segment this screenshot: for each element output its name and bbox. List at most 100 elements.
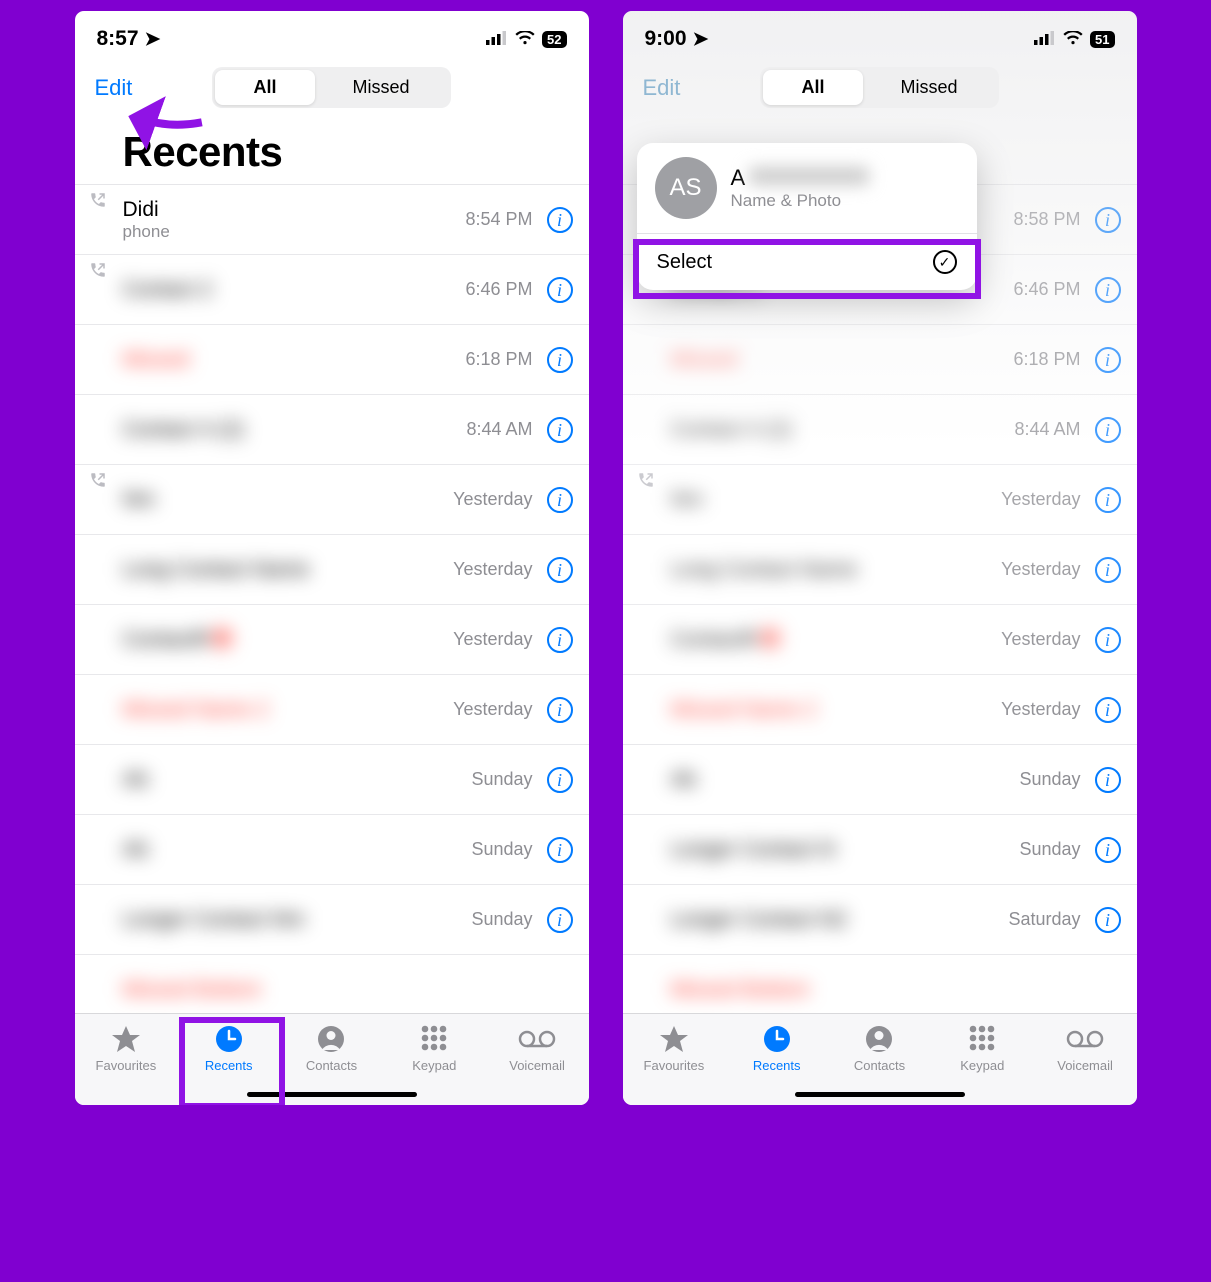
outgoing-call-icon [89, 261, 107, 284]
call-row[interactable]: Contact 26:46 PMi [75, 255, 589, 325]
info-icon[interactable]: i [1095, 347, 1121, 373]
call-name: Longer Contact N [671, 838, 1020, 862]
tab-keypad[interactable]: Keypad [389, 1024, 479, 1073]
info-icon[interactable]: i [547, 837, 573, 863]
tab-recents[interactable]: Recents [732, 1024, 822, 1073]
call-time: Sunday [1019, 769, 1080, 790]
tab-voicemail[interactable]: Voicemail [492, 1024, 582, 1073]
info-icon[interactable]: i [547, 207, 573, 233]
call-name: Nm [671, 488, 1002, 512]
avatar: AS [655, 157, 717, 219]
popup-contact-row[interactable]: AS A Name & Photo [637, 143, 977, 233]
segment-missed[interactable]: Missed [315, 70, 448, 105]
info-icon[interactable]: i [547, 767, 573, 793]
info-icon[interactable]: i [1095, 487, 1121, 513]
recents-list[interactable]: Didiphone8:54 PMiContact 26:46 PMiMissed… [75, 185, 589, 1013]
call-row[interactable]: NmYesterdayi [623, 465, 1137, 535]
call-row[interactable]: Longer Contact NSundayi [623, 815, 1137, 885]
tab-recents[interactable]: Recents [184, 1024, 274, 1073]
phone-right: 9:00 ➤ 51 Edit All Missed AS A Name & Ph… [620, 8, 1140, 1108]
info-icon[interactable]: i [1095, 277, 1121, 303]
call-name: Longer Contact N2 [671, 908, 1009, 932]
info-icon[interactable]: i [547, 277, 573, 303]
segment-all[interactable]: All [215, 70, 314, 105]
call-name: Contact 4 (2) [671, 418, 1015, 442]
call-name: Missed [671, 348, 1014, 372]
info-icon[interactable]: i [1095, 837, 1121, 863]
call-sub: phone [123, 222, 466, 242]
call-row[interactable]: ContactRYesterdayi [623, 605, 1137, 675]
tab-voicemail[interactable]: Voicemail [1040, 1024, 1130, 1073]
call-row[interactable]: AbSundayi [75, 815, 589, 885]
call-time: 6:18 PM [1013, 349, 1080, 370]
check-circle-icon: ✓ [933, 250, 957, 274]
info-icon[interactable]: i [547, 697, 573, 723]
segment-all[interactable]: All [763, 70, 862, 105]
call-row[interactable]: Long Contact NameYesterdayi [75, 535, 589, 605]
segmented-control[interactable]: All Missed [760, 67, 998, 108]
popup-select-button[interactable]: Select ✓ [637, 234, 977, 290]
tab-contacts[interactable]: Contacts [834, 1024, 924, 1073]
call-row[interactable]: Longer Contact NmSundayi [75, 885, 589, 955]
tab-keypad[interactable]: Keypad [937, 1024, 1027, 1073]
info-icon[interactable]: i [1095, 767, 1121, 793]
call-name: Nm [123, 488, 454, 512]
info-icon[interactable]: i [1095, 207, 1121, 233]
info-icon[interactable]: i [1095, 627, 1121, 653]
nav-top: Edit All Missed [75, 59, 589, 118]
call-time: Yesterday [453, 489, 532, 510]
call-row[interactable]: Missed6:18 PMi [75, 325, 589, 395]
info-icon[interactable]: i [547, 627, 573, 653]
home-indicator[interactable] [247, 1092, 417, 1097]
info-icon[interactable]: i [547, 557, 573, 583]
call-row[interactable]: Missed Name 2Yesterdayi [623, 675, 1137, 745]
call-name: Contact 2 [123, 278, 466, 302]
home-indicator[interactable] [795, 1092, 965, 1097]
call-row[interactable]: Long Contact NameYesterdayi [623, 535, 1137, 605]
call-row[interactable]: AbSundayi [623, 745, 1137, 815]
cellular-icon [486, 27, 508, 51]
popup-select-label: Select [657, 251, 713, 274]
call-row[interactable]: ContactRYesterday i [75, 605, 589, 675]
cellular-icon [1034, 27, 1056, 51]
call-row[interactable]: NmYesterday i [75, 465, 589, 535]
status-bar: 8:57 ➤ 52 [75, 11, 589, 59]
call-row[interactable]: Didiphone8:54 PM i [75, 185, 589, 255]
edit-button[interactable]: Edit [643, 75, 681, 101]
tab-contacts[interactable]: Contacts [286, 1024, 376, 1073]
edit-button[interactable]: Edit [95, 75, 133, 101]
call-time: 6:46 PM [1013, 279, 1080, 300]
location-arrow-icon: ➤ [145, 28, 161, 51]
info-icon[interactable]: i [1095, 557, 1121, 583]
call-row[interactable]: AbSundayi [75, 745, 589, 815]
call-row[interactable]: Missed Name 2Yesterdayi [75, 675, 589, 745]
call-row[interactable]: Missed Bottom [75, 955, 589, 1013]
info-icon[interactable]: i [1095, 907, 1121, 933]
info-icon[interactable]: i [547, 347, 573, 373]
info-icon[interactable]: i [547, 907, 573, 933]
call-row[interactable]: Contact 4 (2)8:44 AMi [623, 395, 1137, 465]
call-row[interactable]: Missed6:18 PM i [623, 325, 1137, 395]
recents-list[interactable]: 8:58 PMiContact 26:46 PMiMissed6:18 PMiC… [623, 185, 1137, 1013]
info-icon[interactable]: i [1095, 417, 1121, 443]
call-name: Didi [123, 198, 466, 222]
call-time: Yesterday [453, 629, 532, 650]
tab-favourites[interactable]: Favourites [629, 1024, 719, 1073]
call-row[interactable]: Missed Bottom [623, 955, 1137, 1013]
info-icon[interactable]: i [547, 487, 573, 513]
segment-missed[interactable]: Missed [863, 70, 996, 105]
segmented-control[interactable]: All Missed [212, 67, 450, 108]
call-name: ContactR [123, 628, 454, 652]
call-name: Ab [123, 768, 472, 792]
popup-contact-sub: Name & Photo [731, 191, 870, 211]
call-name: Ab [123, 838, 472, 862]
call-row[interactable]: Longer Contact N2Saturdayi [623, 885, 1137, 955]
call-time: Yesterday [1001, 629, 1080, 650]
call-row[interactable]: Contact 4 (2)8:44 AMi [75, 395, 589, 465]
info-icon[interactable]: i [547, 417, 573, 443]
popup-contact-name: A [731, 165, 870, 191]
tab-favourites[interactable]: Favourites [81, 1024, 171, 1073]
call-time: Sunday [471, 769, 532, 790]
info-icon[interactable]: i [1095, 697, 1121, 723]
call-time: 8:54 PM [465, 209, 532, 230]
